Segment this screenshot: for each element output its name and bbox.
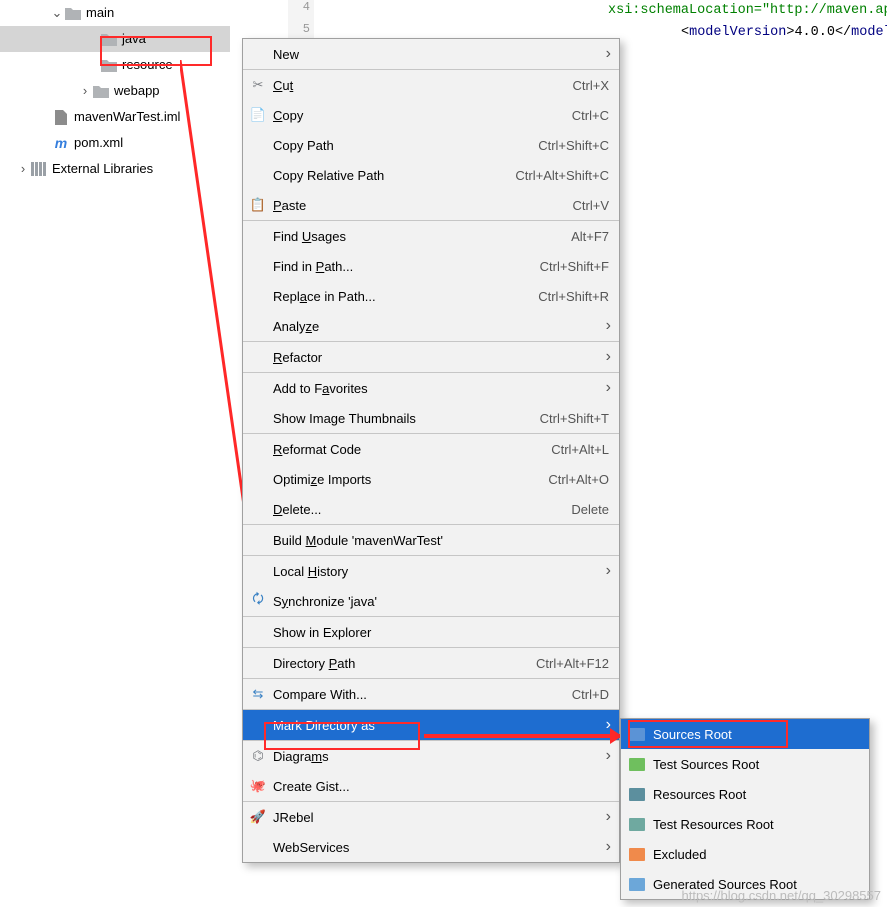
- menu-copy-relative-path[interactable]: Copy Relative PathCtrl+Alt+Shift+C: [243, 160, 619, 190]
- menu-show-in-explorer[interactable]: Show in Explorer: [243, 617, 619, 647]
- tree-node-pom[interactable]: m pom.xml: [0, 130, 230, 156]
- menu-new[interactable]: New: [243, 39, 619, 69]
- jrebel-icon: 🚀: [249, 809, 267, 825]
- menu-webservices[interactable]: WebServices: [243, 832, 619, 862]
- clipboard-icon: 📋: [249, 197, 267, 213]
- tree-label: webapp: [114, 78, 160, 104]
- folder-green-icon: [629, 758, 645, 771]
- folder-icon: [100, 30, 118, 48]
- menu-create-gist[interactable]: 🐙Create Gist...: [243, 771, 619, 801]
- menu-analyze[interactable]: Analyze: [243, 311, 619, 341]
- tree-node-main[interactable]: ⌄ main: [0, 0, 230, 26]
- menu-refactor[interactable]: Refactor: [243, 342, 619, 372]
- sync-icon: 🗘: [249, 590, 267, 612]
- submenu-test-sources-root[interactable]: Test Sources Root: [621, 749, 869, 779]
- tree-label: External Libraries: [52, 156, 153, 182]
- tree-node-webapp[interactable]: › webapp: [0, 78, 230, 104]
- context-menu[interactable]: New ✂CutCtrl+X 📄CopyCtrl+C Copy PathCtrl…: [242, 38, 620, 863]
- menu-paste[interactable]: 📋PasteCtrl+V: [243, 190, 619, 220]
- menu-find-in-path[interactable]: Find in Path...Ctrl+Shift+F: [243, 251, 619, 281]
- menu-local-history[interactable]: Local History: [243, 556, 619, 586]
- chevron-down-icon: ⌄: [50, 0, 64, 26]
- tree-node-iml[interactable]: mavenWarTest.iml: [0, 104, 230, 130]
- folder-blue-icon: [629, 728, 645, 741]
- menu-delete[interactable]: Delete...Delete: [243, 494, 619, 524]
- tree-label: mavenWarTest.iml: [74, 104, 180, 130]
- menu-show-image-thumbnails[interactable]: Show Image ThumbnailsCtrl+Shift+T: [243, 403, 619, 433]
- folder-icon: [64, 4, 82, 22]
- maven-icon: m: [52, 134, 70, 152]
- submenu-test-resources-root[interactable]: Test Resources Root: [621, 809, 869, 839]
- folder-blue-icon: [629, 878, 645, 891]
- tree-label: pom.xml: [74, 130, 123, 156]
- diagram-icon: ⌬: [249, 748, 267, 764]
- menu-jrebel[interactable]: 🚀JRebel: [243, 802, 619, 832]
- project-tree[interactable]: ⌄ main java resource › webapp mavenWarTe…: [0, 0, 230, 182]
- menu-find-usages[interactable]: Find UsagesAlt+F7: [243, 221, 619, 251]
- tree-label: resource: [122, 52, 173, 78]
- menu-copy-path[interactable]: Copy PathCtrl+Shift+C: [243, 130, 619, 160]
- menu-directory-path[interactable]: Directory PathCtrl+Alt+F12: [243, 648, 619, 678]
- github-icon: 🐙: [249, 778, 267, 794]
- submenu-resources-root[interactable]: Resources Root: [621, 779, 869, 809]
- submenu-excluded[interactable]: Excluded: [621, 839, 869, 869]
- menu-diagrams[interactable]: ⌬Diagrams: [243, 741, 619, 771]
- tree-label: main: [86, 0, 114, 26]
- mark-directory-submenu[interactable]: Sources Root Test Sources Root Resources…: [620, 718, 870, 900]
- folder-orange-icon: [629, 848, 645, 861]
- submenu-sources-root[interactable]: Sources Root: [621, 719, 869, 749]
- tree-label: java: [122, 26, 146, 52]
- copy-icon: 📄: [249, 107, 267, 123]
- menu-build-module[interactable]: Build Module 'mavenWarTest': [243, 525, 619, 555]
- menu-synchronize[interactable]: 🗘Synchronize 'java': [243, 586, 619, 616]
- compare-icon: ⇆: [249, 686, 267, 702]
- menu-compare-with[interactable]: ⇆Compare With...Ctrl+D: [243, 679, 619, 709]
- folder-icon: [100, 56, 118, 74]
- file-icon: [52, 108, 70, 126]
- folder-teal-icon: [629, 818, 645, 831]
- folder-icon: [92, 82, 110, 100]
- menu-optimize-imports[interactable]: Optimize ImportsCtrl+Alt+O: [243, 464, 619, 494]
- menu-cut[interactable]: ✂CutCtrl+X: [243, 70, 619, 100]
- menu-copy[interactable]: 📄CopyCtrl+C: [243, 100, 619, 130]
- folder-teal-icon: [629, 788, 645, 801]
- menu-add-to-favorites[interactable]: Add to Favorites: [243, 373, 619, 403]
- scissors-icon: ✂: [249, 77, 267, 93]
- tree-node-java[interactable]: java: [0, 26, 230, 52]
- tree-node-resource[interactable]: resource: [0, 52, 230, 78]
- tree-node-external-libraries[interactable]: › External Libraries: [0, 156, 230, 182]
- menu-replace-in-path[interactable]: Replace in Path...Ctrl+Shift+R: [243, 281, 619, 311]
- watermark: https://blog.csdn.net/qq_30298557: [682, 888, 882, 903]
- chevron-right-icon: ›: [16, 156, 30, 182]
- menu-reformat-code[interactable]: Reformat CodeCtrl+Alt+L: [243, 434, 619, 464]
- chevron-right-icon: ›: [78, 78, 92, 104]
- library-icon: [30, 160, 48, 178]
- menu-mark-directory-as[interactable]: Mark Directory as: [243, 710, 619, 740]
